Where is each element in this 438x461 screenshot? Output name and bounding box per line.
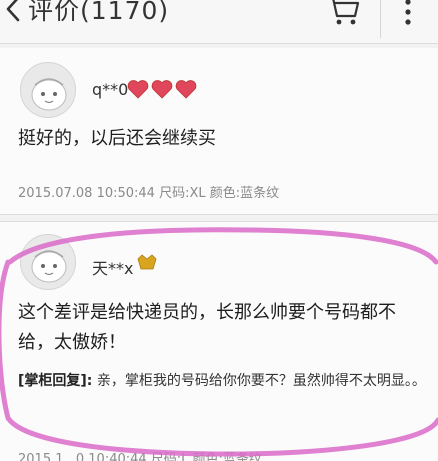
review-text: 挺好的，以后还会继续买 bbox=[18, 128, 216, 149]
reply-text: 亲，掌柜我的号码给你你要不？虽然帅得不太明显。。 bbox=[92, 373, 426, 389]
heart-rating-icon bbox=[127, 80, 197, 99]
username: q**0 bbox=[92, 80, 129, 99]
review-meta: 2015.1.. 0.10:40:44 尺码:L 颜色:蓝条纹 bbox=[18, 452, 262, 461]
crown-icon bbox=[137, 254, 157, 270]
review-item: 天**x 这个差评是给快递员的，长那么帅要个号码都不给，太傲娇！ [掌柜回复]:… bbox=[0, 221, 438, 461]
username: 天**x bbox=[92, 259, 134, 278]
avatar[interactable] bbox=[20, 234, 76, 290]
back-chevron-icon[interactable] bbox=[0, 0, 26, 24]
cart-icon[interactable] bbox=[325, 0, 361, 28]
more-vertical-icon[interactable] bbox=[398, 0, 418, 30]
reviews-page: 评价(1170) q**0 挺好的，以后还会继续买 2015.07.08 10:… bbox=[0, 0, 438, 461]
review-meta: 2015.07.08 10:50:44 尺码:XL 颜色:蓝条纹 bbox=[18, 186, 280, 201]
reply-label: [掌柜回复]: bbox=[18, 373, 93, 389]
seller-reply: [掌柜回复]: 亲，掌柜我的号码给你你要不？虽然帅得不太明显。。 bbox=[18, 370, 430, 392]
avatar[interactable] bbox=[20, 62, 76, 118]
review-item: q**0 挺好的，以后还会继续买 2015.07.08 10:50:44 尺码:… bbox=[0, 48, 438, 215]
header-bar: 评价(1170) bbox=[0, 0, 438, 44]
page-title: 评价(1170) bbox=[28, 0, 170, 25]
default-avatar-icon bbox=[31, 250, 67, 283]
review-text: 这个差评是给快递员的，长那么帅要个号码都不给，太傲娇！ bbox=[18, 302, 396, 353]
header-divider bbox=[380, 0, 381, 38]
default-avatar-icon bbox=[31, 78, 67, 111]
